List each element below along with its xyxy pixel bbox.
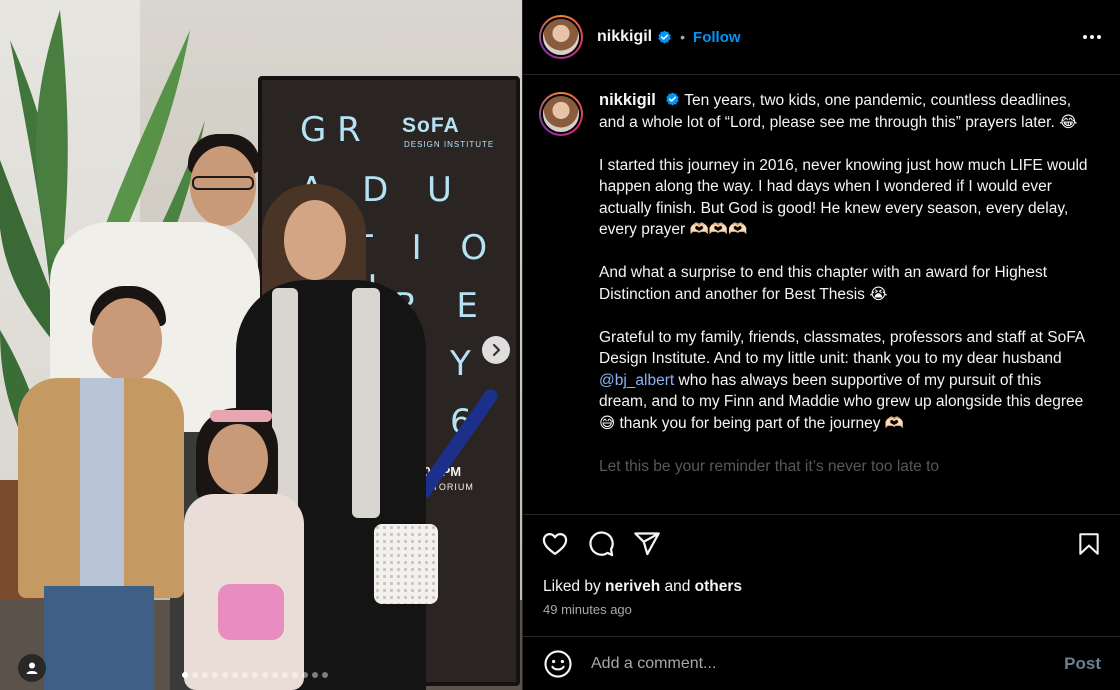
caption-paragraph: And what a surprise to end this chapter … (599, 264, 1048, 303)
save-button[interactable] (1073, 528, 1105, 560)
verified-badge-icon (658, 29, 671, 44)
poster-brand-sub: DESIGN INSTITUTE (404, 140, 495, 149)
caption-paragraph-cutoff: Let this be your reminder that it’s neve… (599, 457, 940, 475)
caption-author-avatar[interactable] (539, 92, 583, 136)
carousel-dot (262, 672, 268, 678)
next-photo-button[interactable] (482, 336, 510, 364)
carousel-dot (222, 672, 228, 678)
likes-summary: Liked by neriveh and others (543, 578, 742, 596)
heart-icon (542, 532, 568, 555)
send-icon (634, 531, 660, 555)
more-dot-icon (1090, 35, 1094, 39)
header-separator: • (680, 29, 686, 45)
more-options-button[interactable] (1080, 25, 1104, 49)
girl-figure (178, 404, 308, 690)
caption-paragraph: Grateful to my family, friends, classmat… (599, 327, 1089, 435)
follow-button[interactable]: Follow (693, 29, 741, 46)
caption-username[interactable]: nikkigil (599, 91, 656, 109)
chevron-right-icon (492, 343, 501, 357)
carousel-dot (202, 672, 208, 678)
post-timestamp[interactable]: 49 minutes ago (543, 602, 632, 617)
carousel-dot (192, 672, 198, 678)
caption-paragraph: nikkigil Ten years, two kids, one pandem… (599, 90, 1089, 133)
instagram-post-modal: SoFA DESIGN INSTITUTE G R A D U A T I O … (0, 0, 1120, 690)
likes-others-link[interactable]: others (695, 578, 742, 595)
comment-bar: Post (523, 636, 1120, 690)
comment-button[interactable] (585, 528, 617, 560)
more-dot-icon (1097, 35, 1101, 39)
carousel-dot (232, 672, 238, 678)
share-button[interactable] (631, 528, 663, 560)
comment-input[interactable] (591, 654, 1065, 673)
tagged-users-button[interactable] (18, 654, 46, 682)
post-photo[interactable]: SoFA DESIGN INSTITUTE G R A D U A T I O … (0, 0, 522, 690)
post-comment-button[interactable]: Post (1064, 654, 1101, 674)
mention-link[interactable]: @bj_albert (599, 372, 674, 389)
smiley-icon[interactable] (543, 649, 573, 679)
caption-paragraph: I started this journey in 2016, never kn… (599, 156, 1088, 239)
boy-figure (18, 286, 188, 690)
poster-letters: Y (450, 344, 471, 384)
liker-username[interactable]: neriveh (605, 578, 660, 595)
post-caption: nikkigil Ten years, two kids, one pandem… (599, 90, 1089, 514)
carousel-dot (272, 672, 278, 678)
carousel-dot (312, 672, 318, 678)
carousel-dot (282, 672, 288, 678)
carousel-dot (302, 672, 308, 678)
like-button[interactable] (539, 528, 571, 560)
carousel-dot (182, 672, 188, 678)
likes-middle: and (660, 578, 695, 595)
author-avatar[interactable] (539, 15, 583, 59)
comment-icon (589, 530, 614, 556)
user-tag-icon (26, 662, 38, 674)
carousel-indicator (182, 672, 328, 678)
carousel-dot (292, 672, 298, 678)
carousel-dot (252, 672, 258, 678)
more-dot-icon (1083, 35, 1087, 39)
carousel-dot (242, 672, 248, 678)
poster-letters: G R (300, 110, 361, 150)
verified-badge-icon (666, 92, 679, 106)
post-header: nikkigil • Follow (523, 0, 1120, 75)
bookmark-icon (1079, 532, 1099, 555)
carousel-dot (322, 672, 328, 678)
poster-brand: SoFA (402, 114, 460, 137)
likes-prefix: Liked by (543, 578, 606, 595)
carousel-dot (212, 672, 218, 678)
caption-text: Grateful to my family, friends, classmat… (599, 328, 1085, 368)
caption-scroll-area[interactable]: nikkigil Ten years, two kids, one pandem… (523, 76, 1120, 514)
post-actions-bar (523, 514, 1120, 572)
post-details-panel: nikkigil • Follow nikkigil Ten years, tw… (522, 0, 1120, 690)
author-username[interactable]: nikkigil (597, 28, 652, 46)
